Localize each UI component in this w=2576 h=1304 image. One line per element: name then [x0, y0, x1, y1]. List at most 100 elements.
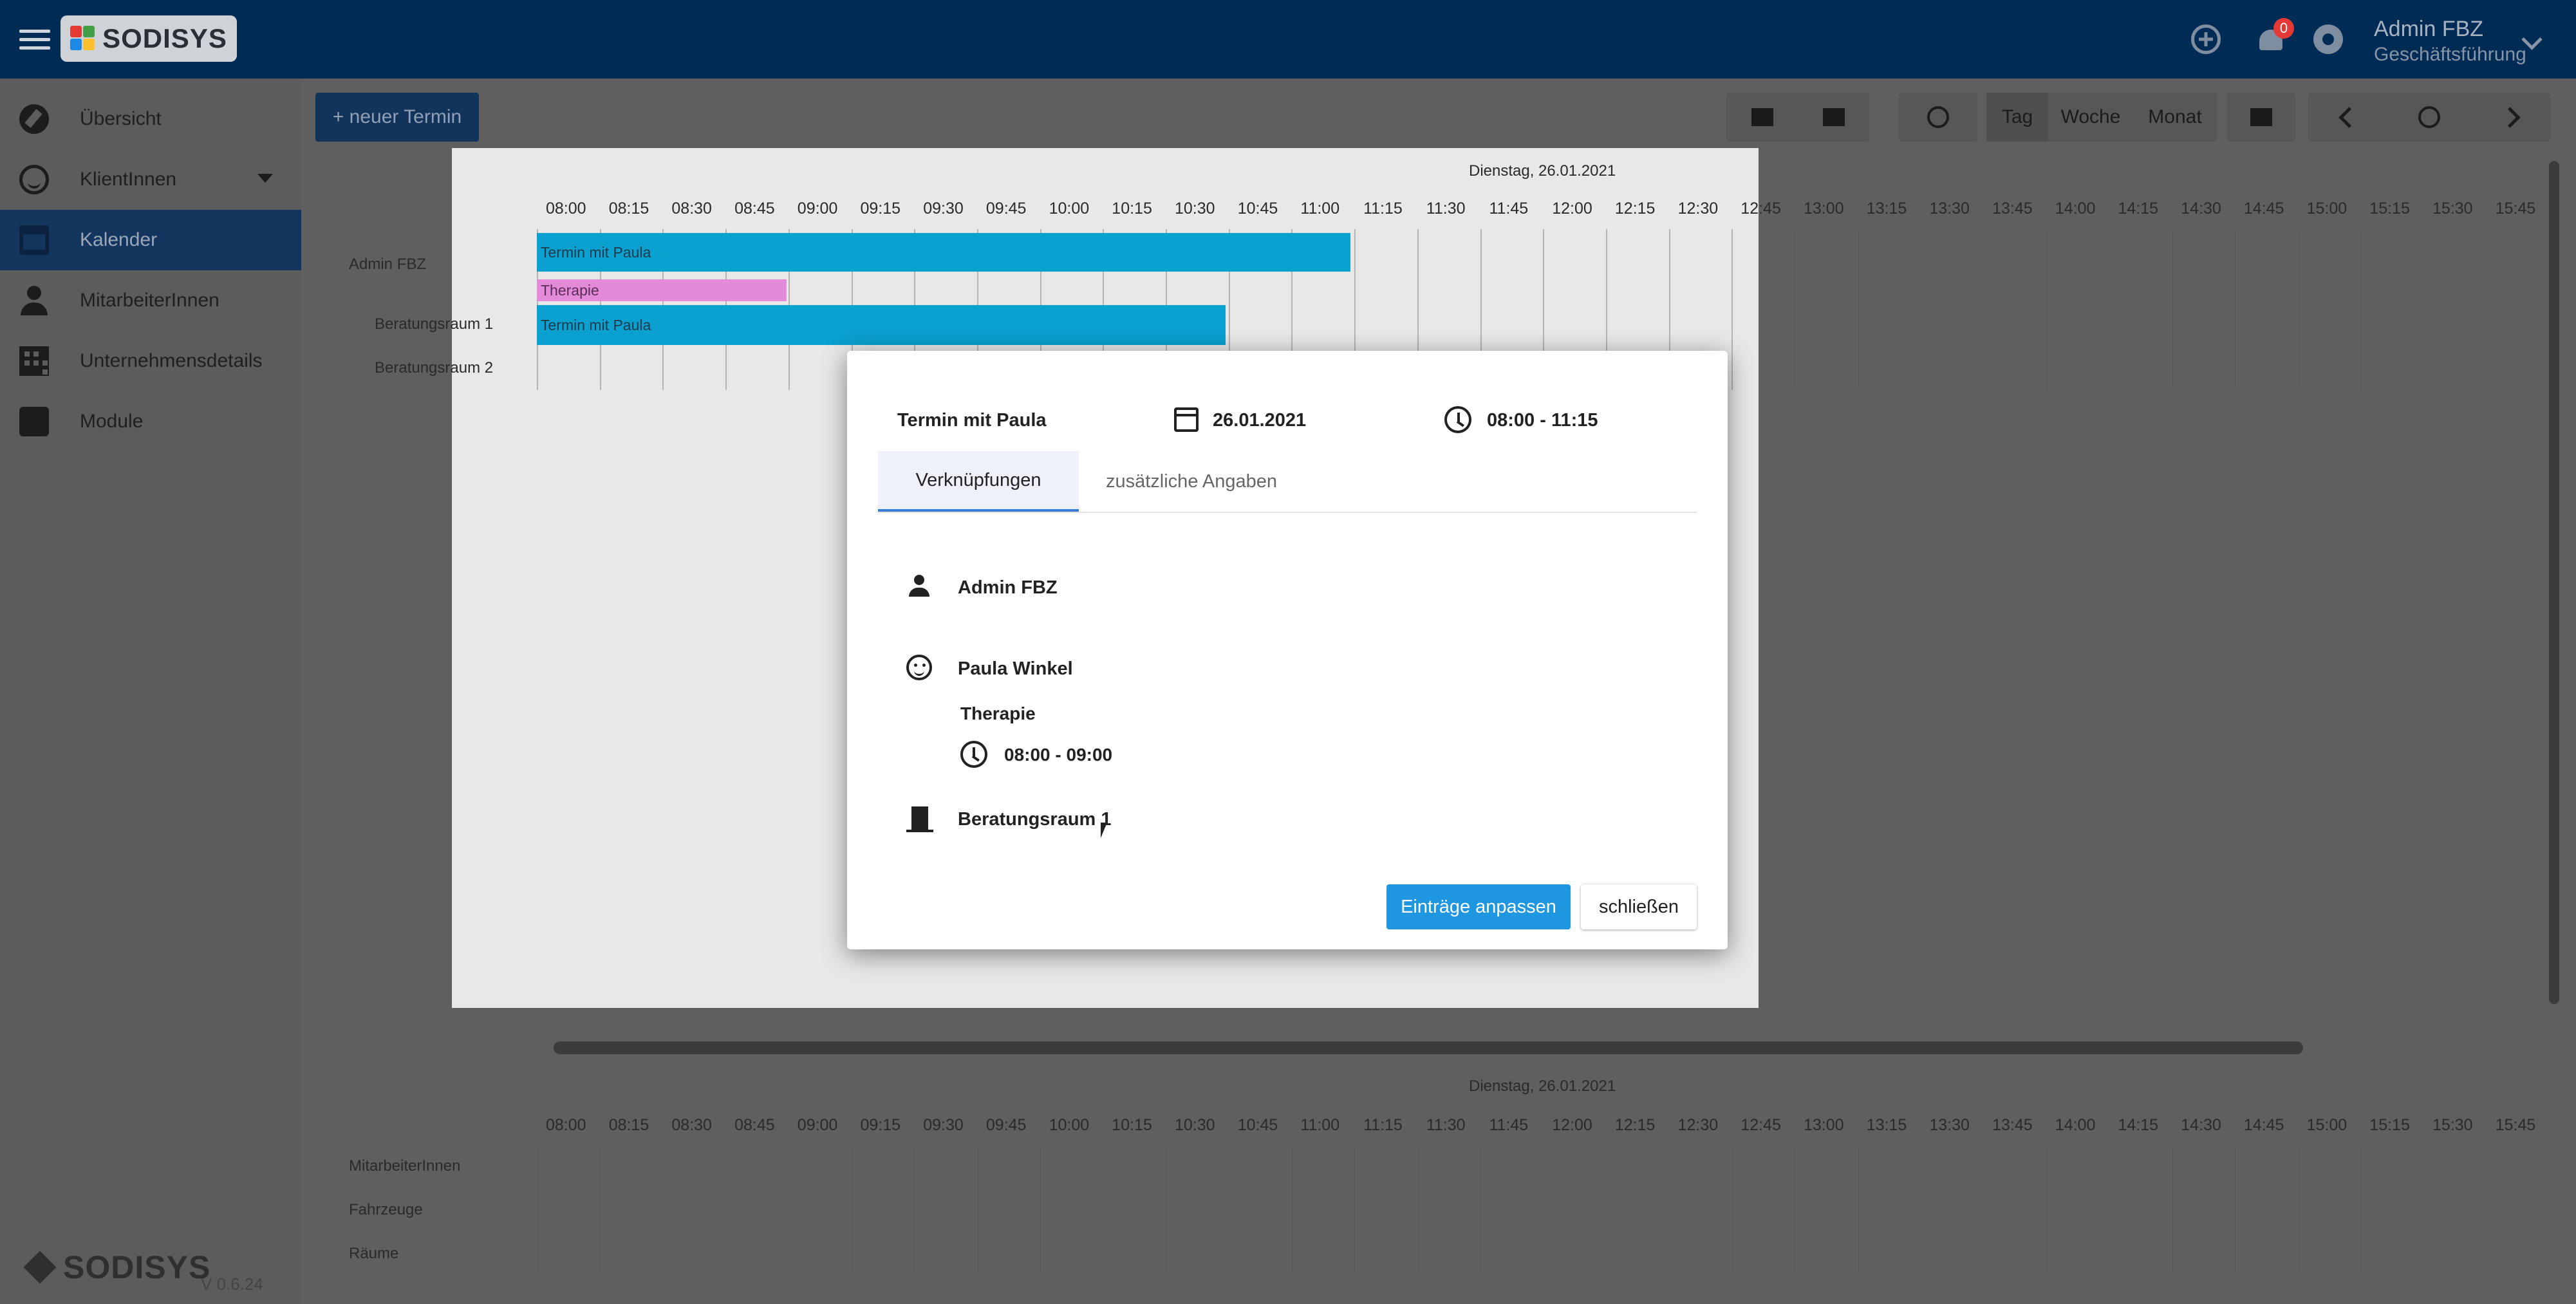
building-icon — [19, 346, 49, 376]
time-tick: 14:30 — [2181, 1116, 2221, 1134]
close-button[interactable]: schließen — [1581, 884, 1697, 929]
resource-group-fahrzeuge[interactable]: Fahrzeuge — [349, 1201, 423, 1219]
resource-group-mitarbeiterinnen[interactable]: MitarbeiterInnen — [349, 1157, 460, 1175]
grid-line — [1291, 1146, 1293, 1274]
vertical-scrollbar[interactable] — [2549, 161, 2559, 1004]
sidebar-item-label: MitarbeiterInnen — [80, 290, 219, 311]
event-termin-mit-paula-raum[interactable]: Termin mit Paula — [537, 305, 1226, 345]
caret-down-icon[interactable] — [257, 174, 273, 183]
time-tick: 15:15 — [2369, 1116, 2410, 1134]
time-tick: 12:00 — [1552, 200, 1592, 218]
time-tick: 11:45 — [1489, 1116, 1529, 1134]
time-tick: 09:30 — [923, 1116, 964, 1134]
grid-line — [2423, 1146, 2425, 1274]
add-circle-icon[interactable] — [2191, 24, 2221, 54]
time-tick: 09:45 — [985, 1116, 1027, 1134]
resource-beratungsraum-2[interactable]: Beratungsraum 2 — [375, 359, 493, 377]
time-tick: 08:45 — [734, 200, 775, 218]
view-month-button[interactable]: Monat — [2133, 93, 2217, 142]
grid-line — [1920, 229, 1922, 390]
grid-view-button[interactable] — [1798, 93, 1869, 142]
sidebar-item-unternehmensdetails[interactable]: Unternehmensdetails — [0, 331, 301, 391]
resource-group-raeume[interactable]: Räume — [349, 1245, 398, 1263]
tab-verknuepfungen[interactable]: Verknüpfungen — [878, 451, 1079, 512]
today-button[interactable] — [2389, 93, 2469, 142]
time-tick: 09:00 — [797, 1116, 838, 1134]
scheduler-date-header: Dienstag, 26.01.2021 — [1469, 162, 1616, 180]
sidebar-item-uebersicht[interactable]: Übersicht — [0, 89, 301, 149]
event-therapie[interactable]: Therapie — [537, 279, 787, 301]
grid-line — [2046, 229, 2048, 390]
time-tick: 13:30 — [1929, 200, 1970, 218]
chevron-left-icon — [2338, 106, 2360, 128]
edit-entries-button[interactable]: Einträge anpassen — [1386, 884, 1571, 929]
menu-icon[interactable] — [19, 24, 50, 55]
grid-line — [1731, 1146, 1733, 1274]
grid-line — [2360, 229, 2362, 390]
time-tick: 11:30 — [1426, 200, 1466, 218]
grid-line — [1228, 1146, 1230, 1274]
time-tick: 12:15 — [1614, 200, 1656, 218]
mouse-cursor — [1101, 823, 1107, 838]
time-tick: 11:45 — [1489, 200, 1529, 218]
sidebar-item-mitarbeiterinnen[interactable]: MitarbeiterInnen — [0, 270, 301, 331]
view-week-button[interactable]: Woche — [2048, 93, 2133, 142]
time-tick: 10:00 — [1049, 200, 1090, 218]
previous-button[interactable] — [2308, 93, 2389, 142]
settings-gear-icon[interactable] — [2313, 24, 2343, 54]
grid-line — [1354, 1146, 1356, 1274]
columns-view-button[interactable] — [1726, 93, 1798, 142]
grid-line — [1920, 1146, 1922, 1274]
time-tick: 08:00 — [546, 200, 586, 218]
new-appointment-button[interactable]: + neuer Termin — [315, 93, 479, 142]
time-tick: 10:00 — [1049, 1116, 1090, 1134]
time-tick: 14:00 — [2055, 200, 2096, 218]
sidebar-item-klientinnen[interactable]: KlientInnen — [0, 149, 301, 210]
time-tick: 15:30 — [2432, 200, 2473, 218]
time-tick: 13:00 — [1804, 1116, 1844, 1134]
time-tick: 10:15 — [1112, 1116, 1152, 1134]
date-picker-button[interactable] — [2227, 93, 2295, 142]
circle-icon — [2418, 106, 2440, 128]
time-tick: 13:30 — [1929, 1116, 1970, 1134]
linked-room: Beratungsraum 1 — [958, 809, 1112, 830]
app-version: V 0.6.24 — [201, 1274, 263, 1294]
dialog-tabs: Verknüpfungen zusätzliche Angaben — [878, 451, 1697, 513]
time-tick: 09:45 — [985, 200, 1027, 218]
grid-line — [537, 1146, 538, 1274]
event-termin-mit-paula[interactable]: Termin mit Paula — [537, 233, 1350, 272]
user-name[interactable]: Admin FBZ — [2374, 17, 2483, 42]
puzzle-icon — [19, 407, 49, 436]
calendar-icon — [1174, 407, 1199, 432]
grid-line — [599, 1146, 601, 1274]
resource-beratungsraum-1[interactable]: Beratungsraum 1 — [375, 315, 493, 333]
sidebar-item-module[interactable]: Module — [0, 391, 301, 452]
grid-line — [1983, 229, 1985, 390]
app-logo[interactable]: SODISYS — [61, 15, 237, 62]
next-button[interactable] — [2469, 93, 2550, 142]
sidebar-item-label: Unternehmensdetails — [80, 350, 263, 371]
add-time-button[interactable] — [1899, 93, 1977, 142]
view-switch-group: Tag Woche Monat — [1986, 93, 2217, 142]
bottom-date-header: Dienstag, 26.01.2021 — [1469, 1077, 1616, 1095]
time-tick: 11:15 — [1363, 1116, 1403, 1134]
grid-line — [1417, 1146, 1419, 1274]
time-tick: 09:00 — [797, 200, 838, 218]
grid-line — [914, 1146, 916, 1274]
time-tick: 09:30 — [923, 200, 964, 218]
clock-icon — [960, 741, 987, 768]
view-day-button[interactable]: Tag — [1986, 93, 2048, 142]
sidebar-item-kalender[interactable]: Kalender — [0, 210, 301, 270]
grid-line — [1166, 1146, 1167, 1274]
time-tick: 12:00 — [1552, 1116, 1592, 1134]
grid-line — [1983, 1146, 1985, 1274]
tab-zusaetzliche-angaben[interactable]: zusätzliche Angaben — [1079, 451, 1304, 512]
time-tick: 13:45 — [1992, 1116, 2033, 1134]
time-tick: 13:15 — [1866, 200, 1907, 218]
horizontal-scrollbar[interactable] — [554, 1041, 2303, 1054]
resource-admin-fbz[interactable]: Admin FBZ — [349, 256, 426, 274]
logo-cube-icon — [23, 1251, 57, 1284]
grid-line — [725, 1146, 727, 1274]
time-tick: 08:15 — [608, 1116, 649, 1134]
notifications-bell-icon[interactable]: 0 — [2257, 18, 2294, 55]
